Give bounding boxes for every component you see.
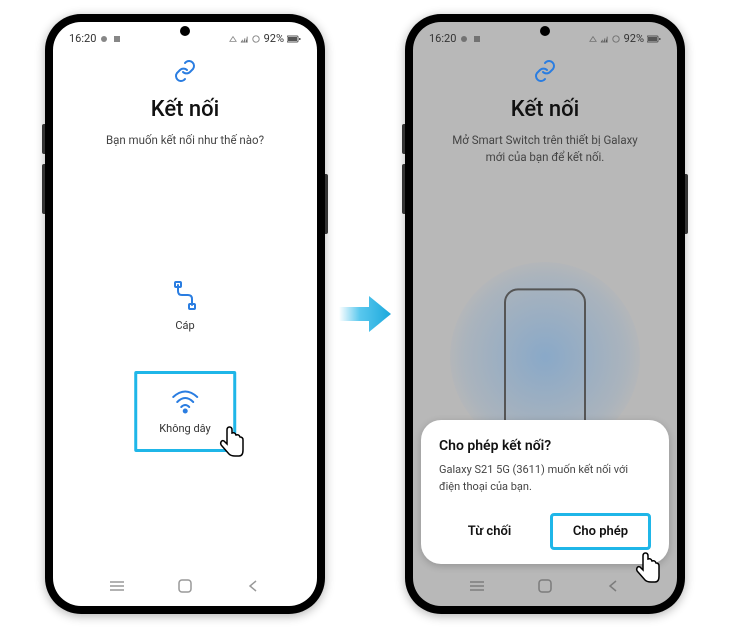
- option-wireless-label: Không dây: [159, 422, 211, 435]
- allow-button[interactable]: Cho phép: [550, 513, 651, 550]
- status-battery: 92%: [624, 32, 644, 45]
- screen2-title: Kết nối: [433, 97, 657, 122]
- status-battery: 92%: [264, 32, 284, 45]
- nav-home[interactable]: [535, 576, 555, 596]
- phone-frame-right: 16:20 92%: [405, 14, 685, 614]
- status-left-icons: [459, 34, 482, 44]
- cursor-pointer-icon: [633, 552, 661, 580]
- screen1-content: Kết nối Bạn muốn kết nối như thế nào? Cá…: [53, 49, 317, 553]
- cursor-pointer-icon: [217, 426, 245, 454]
- cable-icon: [170, 281, 200, 311]
- dialog-body: Galaxy S21 5G (3611) muốn kết nối với đi…: [439, 462, 651, 495]
- screen2-subtitle: Mở Smart Switch trên thiết bị Galaxy mới…: [433, 132, 657, 167]
- link-icon: [533, 59, 557, 83]
- status-right-icons: [229, 35, 261, 43]
- nav-back[interactable]: [603, 576, 623, 596]
- status-time: 16:20: [429, 32, 456, 45]
- camera-notch: [180, 26, 190, 36]
- nav-back[interactable]: [243, 576, 263, 596]
- dialog-title: Cho phép kết nối?: [439, 438, 651, 454]
- status-time: 16:20: [69, 32, 96, 45]
- screen1-title: Kết nối: [73, 97, 297, 122]
- option-cable[interactable]: Cáp: [148, 267, 222, 346]
- nav-recent[interactable]: [467, 576, 487, 596]
- nav-home[interactable]: [175, 576, 195, 596]
- phone-frame-left: 16:20 92%: [45, 14, 325, 614]
- battery-icon: [287, 35, 301, 43]
- tutorial-container: 16:20 92%: [0, 0, 730, 628]
- battery-icon: [647, 35, 661, 43]
- wifi-icon: [170, 388, 200, 414]
- status-right-icons: [589, 35, 621, 43]
- status-left-icons: [99, 34, 122, 44]
- deny-button[interactable]: Từ chối: [439, 513, 540, 550]
- camera-notch: [540, 26, 550, 36]
- permission-dialog: Cho phép kết nối? Galaxy S21 5G (3611) m…: [421, 420, 669, 564]
- option-cable-label: Cáp: [175, 319, 194, 332]
- nav-bar: [53, 566, 317, 606]
- nav-recent[interactable]: [107, 576, 127, 596]
- link-icon: [173, 59, 197, 83]
- arrow-right-icon: [337, 286, 393, 342]
- screen1-subtitle: Bạn muốn kết nối như thế nào?: [73, 132, 297, 149]
